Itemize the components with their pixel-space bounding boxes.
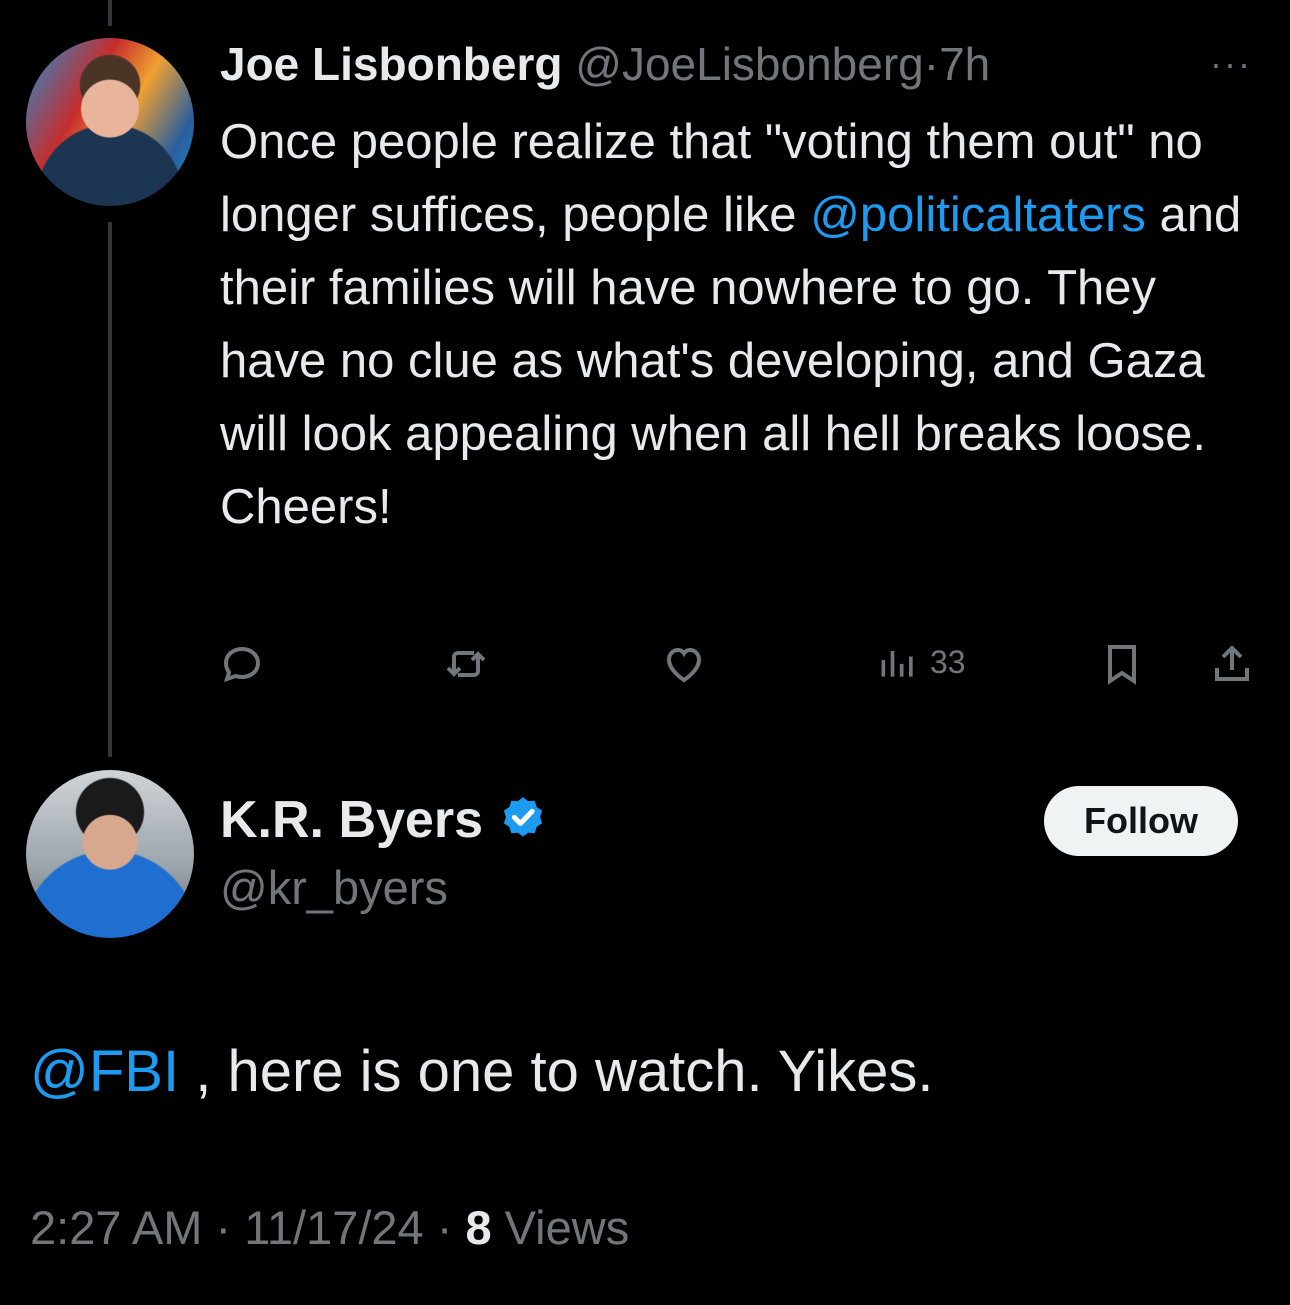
display-name[interactable]: Joe Lisbonberg	[220, 38, 562, 90]
reply-icon	[223, 646, 261, 683]
timestamp[interactable]: 7h	[939, 38, 990, 90]
retweet-button[interactable]	[442, 640, 490, 688]
bookmark-button[interactable]	[1098, 640, 1146, 688]
user-handle[interactable]: @JoeLisbonberg	[575, 38, 923, 90]
tweet-meta: 2:27 AM · 11/17/24 · 8 Views	[30, 1198, 629, 1258]
reply-button[interactable]	[218, 640, 266, 688]
avatar-kr-byers[interactable]	[26, 770, 194, 938]
tweet-date[interactable]: 11/17/24	[244, 1201, 423, 1254]
views-count[interactable]: 8	[465, 1201, 491, 1254]
user-handle[interactable]: @kr_byers	[220, 860, 448, 916]
reply-text: @FBI , here is one to watch. Yikes.	[30, 1036, 934, 1108]
tweet-time[interactable]: 2:27 AM	[30, 1201, 202, 1254]
follow-button[interactable]: Follow	[1044, 786, 1238, 856]
mention-link[interactable]: @politicaltaters	[810, 188, 1146, 242]
avatar-joe-lisbonberg[interactable]	[26, 38, 194, 206]
separator: ·	[923, 38, 940, 90]
like-icon	[666, 647, 702, 683]
share-icon	[1215, 645, 1249, 681]
reply-text-part: , here is one to watch. Yikes.	[179, 1039, 934, 1104]
tweet-text: Once people realize that "voting them ou…	[220, 106, 1270, 544]
retweet-icon	[446, 651, 486, 677]
mention-link[interactable]: @FBI	[30, 1039, 179, 1104]
bookmark-icon	[1108, 645, 1136, 685]
verified-badge-icon[interactable]	[497, 794, 549, 846]
views-button[interactable]: 33	[876, 640, 966, 684]
views-count: 33	[930, 643, 966, 680]
share-button[interactable]	[1208, 640, 1256, 688]
tweet-header: Joe Lisbonberg @JoeLisbonberg·7h	[220, 36, 990, 92]
like-button[interactable]	[660, 640, 708, 688]
separator: ·	[423, 1201, 466, 1254]
reply-header: K.R. Byers	[220, 790, 549, 850]
display-name[interactable]: K.R. Byers	[220, 790, 483, 850]
views-icon	[881, 651, 913, 677]
thread-line-top	[108, 0, 112, 26]
tweet-actions: 33	[0, 640, 1290, 700]
views-label: Views	[491, 1201, 630, 1254]
separator: ·	[202, 1201, 245, 1254]
more-options-icon[interactable]: ···	[1210, 46, 1252, 82]
